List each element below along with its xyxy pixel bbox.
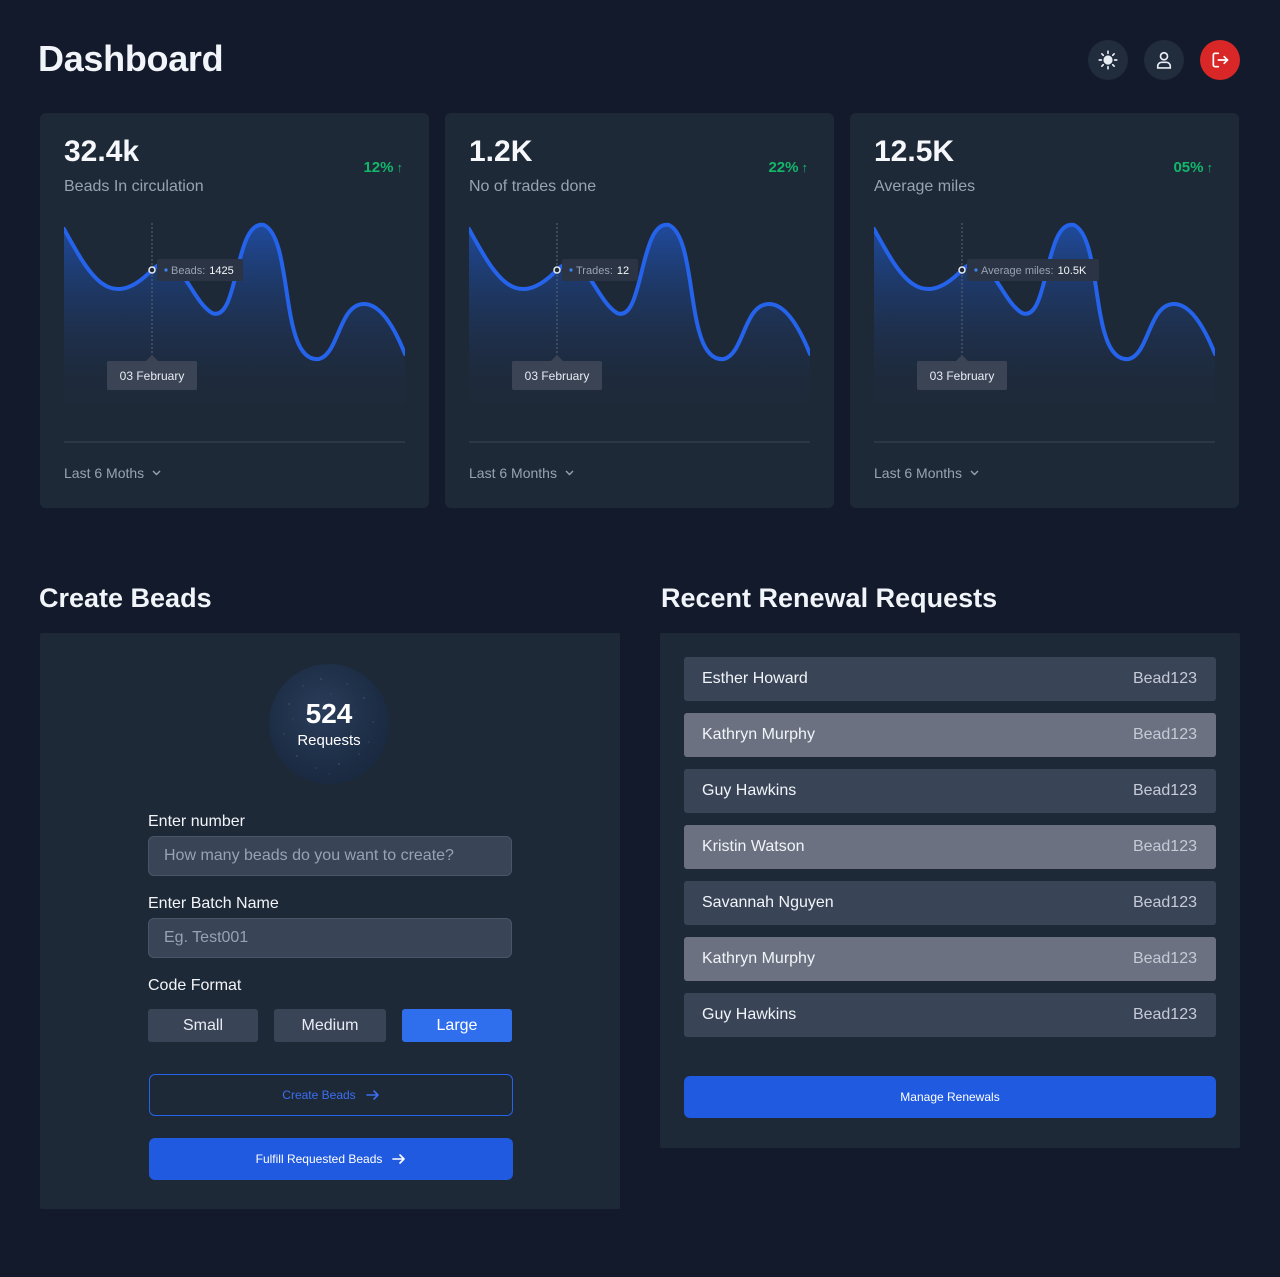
renewal-code: Bead123 [1132, 838, 1197, 855]
tooltip-text: Trades: 12 [576, 265, 629, 277]
logout-icon [1212, 52, 1229, 68]
manage-renewals-label: Manage Renewals [900, 1090, 1000, 1104]
arrow-right-icon [392, 1154, 406, 1164]
trend-chart: Beads: 1425 03 February [64, 222, 405, 419]
date-tooltip-text: 03 February [525, 369, 590, 383]
stat-cards: 32.4k Beads In circulation 12% ↑ Beads: 14… [40, 113, 1239, 508]
renewal-name: Savannah Nguyen [702, 894, 834, 911]
renewal-code: Bead123 [1132, 894, 1197, 911]
period-select[interactable]: Last 6 Months [874, 465, 979, 481]
period-label: Last 6 Months [469, 465, 557, 481]
format-small-button[interactable]: Small [148, 1009, 258, 1042]
period-label: Last 6 Months [874, 465, 962, 481]
period-label: Last 6 Moths [64, 465, 145, 481]
stat-change: 12% ↑ [363, 159, 403, 176]
renewal-name: Kathryn Murphy [702, 950, 815, 967]
batch-name-input[interactable] [148, 918, 512, 958]
create-beads-panel: 524 Requests Enter number Enter Batch Na… [40, 633, 620, 1209]
renewal-code: Bead123 [1132, 782, 1197, 799]
renewal-code: Bead123 [1132, 726, 1197, 743]
arrow-up-icon: ↑ [396, 160, 404, 175]
renewal-code: Bead123 [1132, 670, 1197, 687]
renewal-row[interactable]: Savannah Nguyen Bead123 [684, 881, 1216, 925]
bead-count-input[interactable] [148, 836, 512, 876]
arrow-right-icon [365, 1090, 379, 1100]
stat-change: 05% ↑ [1173, 159, 1213, 176]
renewal-row[interactable]: Guy Hawkins Bead123 [684, 769, 1216, 813]
stat-card: 32.4k Beads In circulation 12% ↑ Beads: 14… [40, 113, 429, 508]
stat-change-value: 22% [768, 159, 799, 176]
divider [64, 441, 405, 443]
stat-change-value: 12% [363, 159, 394, 176]
stat-change-value: 05% [1173, 159, 1204, 176]
manage-renewals-button[interactable]: Manage Renewals [684, 1076, 1216, 1118]
stat-label: No of trades done [469, 178, 597, 195]
arrow-up-icon: ↑ [801, 160, 809, 175]
number-label: Enter number [148, 813, 245, 830]
divider [469, 441, 810, 443]
divider [874, 441, 1215, 443]
page-title: Dashboard [38, 38, 224, 79]
header-actions [1088, 40, 1240, 80]
stat-value: 32.4k [64, 135, 140, 168]
requests-badge: 524 Requests [269, 664, 389, 784]
renewal-row[interactable]: Esther Howard Bead123 [684, 657, 1216, 701]
user-icon [1156, 51, 1172, 69]
date-tooltip-text: 03 February [120, 369, 185, 383]
renewal-name: Kristin Watson [702, 838, 805, 855]
renewals-title: Recent Renewal Requests [661, 583, 998, 613]
format-large-button[interactable]: Large [402, 1009, 512, 1042]
renewal-name: Esther Howard [702, 670, 808, 687]
renewal-name: Kathryn Murphy [702, 726, 815, 743]
batch-label: Enter Batch Name [148, 895, 279, 912]
renewal-code: Bead123 [1132, 1006, 1197, 1023]
renewal-row[interactable]: Kathryn Murphy Bead123 [684, 713, 1216, 757]
stat-label: Average miles [874, 178, 976, 195]
trend-chart: Trades: 12 03 February [469, 222, 810, 419]
fulfill-requests-label: Fulfill Requested Beads [255, 1152, 383, 1166]
profile-button[interactable] [1144, 40, 1184, 80]
stat-label: Beads In circulation [64, 178, 204, 195]
date-tooltip-text: 03 February [930, 369, 995, 383]
trend-chart: Average miles: 10.5K 03 February [874, 222, 1215, 419]
period-select[interactable]: Last 6 Months [469, 465, 574, 481]
tooltip-dot [164, 268, 168, 272]
renewal-row[interactable]: Kristin Watson Bead123 [684, 825, 1216, 869]
request-count: 524 [305, 698, 353, 729]
create-beads-button[interactable]: Create Beads [149, 1074, 513, 1116]
tooltip-text: Beads: 1425 [171, 265, 234, 277]
renewals-panel: Esther Howard Bead123 Kathryn Murphy Bea… [660, 633, 1240, 1148]
stat-value: 1.2K [469, 135, 533, 168]
tooltip-text: Average miles: 10.5K [981, 265, 1087, 277]
format-medium-button[interactable]: Medium [274, 1009, 386, 1042]
renewal-name: Guy Hawkins [702, 782, 797, 799]
logout-button[interactable] [1200, 40, 1240, 80]
renewal-row[interactable]: Guy Hawkins Bead123 [684, 993, 1216, 1037]
stat-card: 1.2K No of trades done 22% ↑ Trades: 12 03… [445, 113, 834, 508]
fulfill-requests-button[interactable]: Fulfill Requested Beads [149, 1138, 513, 1180]
renewal-row[interactable]: Kathryn Murphy Bead123 [684, 937, 1216, 981]
sun-icon [1098, 50, 1118, 70]
hover-point [148, 266, 156, 274]
chevron-down-icon [970, 470, 979, 476]
renewal-name: Guy Hawkins [702, 1006, 797, 1023]
stat-card: 12.5K Average miles 05% ↑ Average miles: 1… [850, 113, 1239, 508]
chevron-down-icon [152, 470, 161, 476]
create-beads-title: Create Beads [39, 583, 212, 613]
hover-point [958, 266, 966, 274]
hover-point [553, 266, 561, 274]
arrow-up-icon: ↑ [1206, 160, 1214, 175]
tooltip-dot [974, 268, 978, 272]
code-format-label: Code Format [148, 977, 242, 994]
stat-value: 12.5K [874, 135, 955, 168]
period-select[interactable]: Last 6 Moths [64, 465, 161, 481]
stat-change: 22% ↑ [768, 159, 808, 176]
create-beads-label: Create Beads [282, 1088, 356, 1102]
theme-toggle-button[interactable] [1088, 40, 1128, 80]
tooltip-dot [569, 268, 573, 272]
request-label: Requests [297, 732, 361, 749]
chevron-down-icon [565, 470, 574, 476]
renewal-code: Bead123 [1132, 950, 1197, 967]
